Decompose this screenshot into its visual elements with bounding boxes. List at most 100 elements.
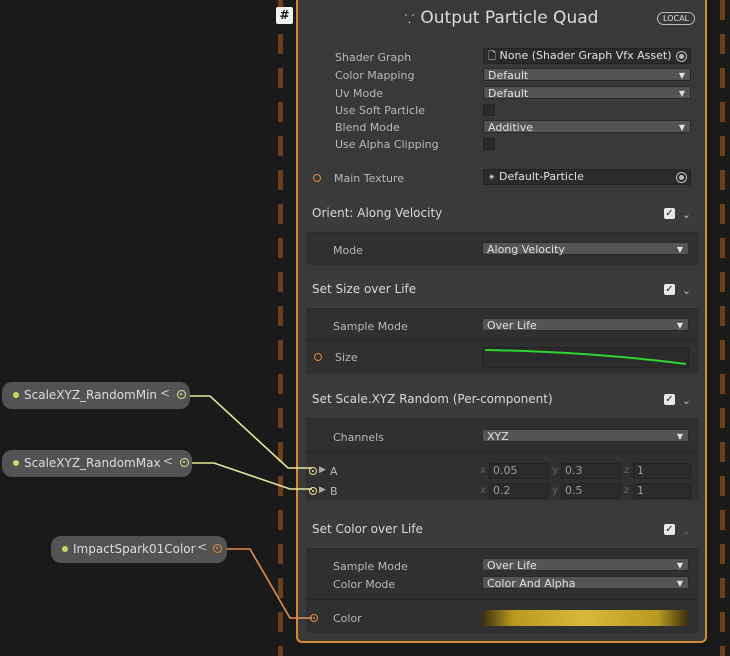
dropdown-arrow-icon: ▼ bbox=[678, 89, 685, 98]
output-particle-quad-node[interactable]: ⸪ Output Particle Quad LOCAL Shader Graph… bbox=[296, 0, 707, 643]
size-curve bbox=[484, 349, 687, 365]
size-sample-mode-dropdown[interactable]: Over Life ▼ bbox=[482, 318, 689, 332]
block-header[interactable]: Set Size over Life ✓ ⌄ bbox=[306, 273, 699, 309]
prop-label-blend-mode: Blend Mode bbox=[335, 121, 400, 134]
prop-label-shader-graph: Shader Graph bbox=[335, 51, 412, 64]
block-title: Set Size over Life bbox=[312, 282, 417, 296]
parameter-name: ScaleXYZ_RandomMin bbox=[24, 388, 158, 402]
node-title: Output Particle Quad bbox=[420, 8, 599, 28]
scale-b-y-field[interactable]: 0.5 bbox=[561, 483, 621, 499]
divider bbox=[306, 339, 699, 340]
axis-z-label: z bbox=[624, 485, 630, 496]
prop-label-main-texture: Main Texture bbox=[334, 172, 405, 185]
block-set-scale-xyz-random[interactable]: Set Scale.XYZ Random (Per-component) ✓ ⌄… bbox=[306, 383, 699, 500]
block-set-color-over-life[interactable]: Set Color over Life ✓ ⌄ Sample Mode Over… bbox=[306, 513, 699, 633]
blend-mode-dropdown[interactable]: Additive ▼ bbox=[483, 120, 691, 134]
parameter-dot-icon bbox=[62, 546, 68, 552]
scale-a-z-field[interactable]: 1 bbox=[633, 463, 691, 479]
uv-mode-dropdown[interactable]: Default ▼ bbox=[483, 86, 691, 100]
scale-b-label: B bbox=[330, 485, 338, 498]
main-texture-field[interactable]: ✴ Default-Particle bbox=[483, 169, 691, 185]
block-enable-checkbox[interactable]: ✓ bbox=[664, 284, 675, 295]
flow-edge-left bbox=[278, 0, 283, 656]
scale-b-port[interactable] bbox=[309, 487, 317, 495]
chevron-left-icon[interactable]: < bbox=[163, 454, 173, 468]
block-title: Orient: Along Velocity bbox=[312, 206, 443, 220]
block-header[interactable]: Orient: Along Velocity ✓ ⌄ bbox=[306, 197, 699, 233]
chevron-down-icon[interactable]: ⌄ bbox=[682, 284, 691, 297]
block-header[interactable]: Set Color over Life ✓ ⌄ bbox=[306, 513, 699, 549]
use-soft-particle-toggle[interactable] bbox=[483, 104, 495, 116]
object-picker-icon[interactable] bbox=[676, 51, 687, 62]
document-icon: 🗋 bbox=[488, 51, 497, 62]
block-set-size-over-life[interactable]: Set Size over Life ✓ ⌄ Sample Mode Over … bbox=[306, 273, 699, 374]
particles-icon: ⸪ bbox=[404, 12, 415, 26]
parameter-dot-icon bbox=[13, 460, 19, 466]
color-mode-dropdown[interactable]: Color And Alpha ▼ bbox=[482, 576, 689, 590]
color-sample-mode-dropdown[interactable]: Over Life ▼ bbox=[482, 558, 689, 572]
axis-x-label: x bbox=[480, 485, 486, 496]
expand-triangle-icon[interactable]: ▶ bbox=[319, 465, 326, 475]
texture-icon: ✴ bbox=[488, 173, 496, 183]
color-mapping-dropdown[interactable]: Default ▼ bbox=[483, 68, 691, 82]
axis-y-label: y bbox=[552, 465, 558, 476]
size-sample-mode-label: Sample Mode bbox=[333, 320, 408, 333]
chevron-left-icon[interactable]: < bbox=[197, 540, 207, 554]
local-badge[interactable]: LOCAL bbox=[657, 12, 695, 25]
object-picker-icon[interactable] bbox=[676, 172, 687, 183]
use-alpha-clipping-toggle[interactable] bbox=[483, 138, 495, 150]
block-enable-checkbox[interactable]: ✓ bbox=[664, 394, 675, 405]
orient-mode-dropdown[interactable]: Along Velocity ▼ bbox=[482, 242, 689, 256]
size-port[interactable] bbox=[314, 353, 322, 361]
prop-label-use-alpha-clipping: Use Alpha Clipping bbox=[335, 138, 439, 151]
parameter-scalexyz-randommax[interactable]: ScaleXYZ_RandomMax < bbox=[2, 450, 192, 477]
scale-b-x-field[interactable]: 0.2 bbox=[489, 483, 549, 499]
node-header[interactable]: ⸪ Output Particle Quad bbox=[298, 8, 705, 28]
block-orient-along-velocity[interactable]: Orient: Along Velocity ✓ ⌄ Mode Along Ve… bbox=[306, 197, 699, 265]
chevron-down-icon[interactable]: ⌄ bbox=[682, 208, 691, 221]
color-gradient-field[interactable] bbox=[482, 610, 689, 626]
parameter-output-port[interactable] bbox=[180, 458, 189, 467]
scale-a-y-field[interactable]: 0.3 bbox=[561, 463, 621, 479]
parameter-output-port[interactable] bbox=[177, 390, 186, 399]
scale-a-x-field[interactable]: 0.05 bbox=[489, 463, 549, 479]
scale-a-port[interactable] bbox=[309, 467, 317, 475]
chevron-down-icon[interactable]: ⌄ bbox=[682, 394, 691, 407]
chevron-left-icon[interactable]: < bbox=[160, 386, 170, 400]
scale-b-z-field[interactable]: 1 bbox=[633, 483, 691, 499]
parameter-impactspark01color[interactable]: ImpactSpark01Color < bbox=[51, 536, 227, 563]
block-enable-checkbox[interactable]: ✓ bbox=[664, 208, 675, 219]
block-enable-checkbox[interactable]: ✓ bbox=[664, 524, 675, 535]
color-label: Color bbox=[333, 612, 362, 625]
main-texture-port[interactable] bbox=[313, 174, 321, 182]
channels-label: Channels bbox=[333, 431, 384, 444]
shader-graph-field[interactable]: 🗋 None (Shader Graph Vfx Asset) bbox=[483, 48, 691, 64]
color-port[interactable] bbox=[310, 614, 318, 622]
dropdown-arrow-icon: ▼ bbox=[676, 245, 683, 254]
axis-x-label: x bbox=[480, 465, 486, 476]
prop-label-uv-mode: Uv Mode bbox=[335, 87, 384, 100]
chevron-down-icon[interactable]: ⌄ bbox=[682, 524, 691, 537]
color-mode-label: Color Mode bbox=[333, 578, 396, 591]
channels-dropdown[interactable]: XYZ ▼ bbox=[482, 429, 689, 443]
block-title: Set Scale.XYZ Random (Per-component) bbox=[312, 392, 553, 406]
parameter-dot-icon bbox=[13, 392, 19, 398]
block-title: Set Color over Life bbox=[312, 522, 423, 536]
scale-a-label: A bbox=[330, 465, 338, 478]
dropdown-arrow-icon: ▼ bbox=[676, 321, 683, 330]
axis-y-label: y bbox=[552, 485, 558, 496]
flow-edge-right bbox=[720, 0, 725, 656]
parameter-scalexyz-randommin[interactable]: ScaleXYZ_RandomMin < bbox=[2, 382, 190, 409]
expand-triangle-icon[interactable]: ▶ bbox=[319, 485, 326, 495]
divider bbox=[306, 599, 699, 600]
dropdown-arrow-icon: ▼ bbox=[678, 123, 685, 132]
axis-z-label: z bbox=[624, 465, 630, 476]
orient-mode-label: Mode bbox=[333, 244, 363, 257]
size-curve-field[interactable] bbox=[482, 347, 689, 368]
block-header[interactable]: Set Scale.XYZ Random (Per-component) ✓ ⌄ bbox=[306, 383, 699, 419]
parameter-output-port[interactable] bbox=[213, 544, 222, 553]
parameter-name: ScaleXYZ_RandomMax bbox=[24, 456, 161, 470]
dropdown-arrow-icon: ▼ bbox=[676, 432, 683, 441]
parameter-name: ImpactSpark01Color bbox=[73, 542, 196, 556]
divider bbox=[306, 451, 699, 452]
